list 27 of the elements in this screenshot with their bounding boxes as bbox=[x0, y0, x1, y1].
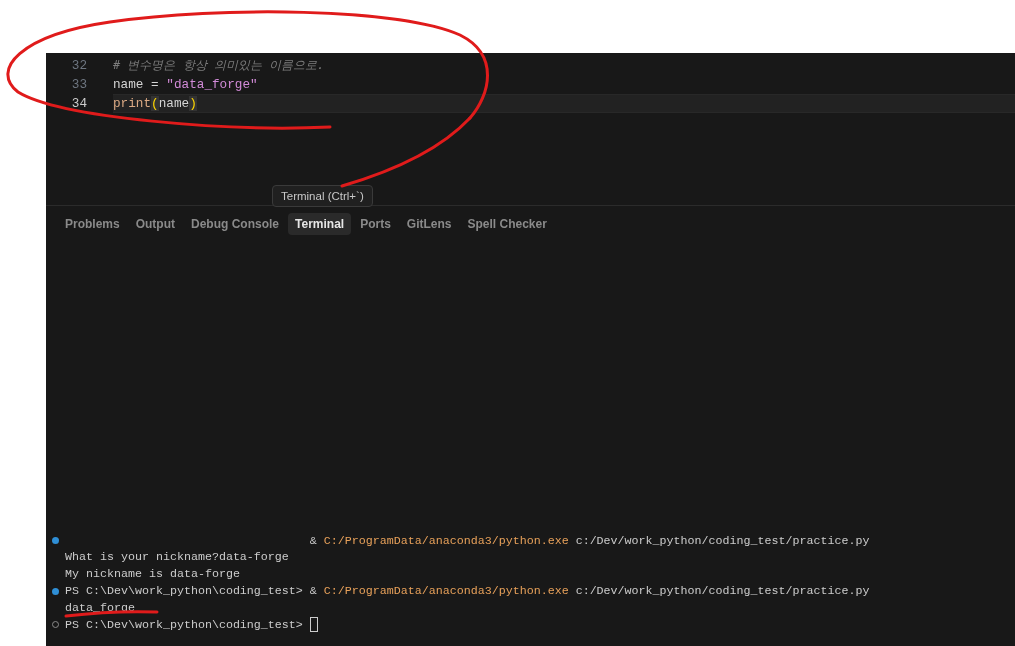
panel-tab[interactable]: Ports bbox=[353, 213, 398, 235]
line-number: 32 bbox=[70, 58, 87, 73]
code-token: ) bbox=[189, 96, 197, 111]
code-token: ( bbox=[151, 96, 159, 111]
terminal-line: PS C:\Dev\work_python\coding_test> bbox=[65, 617, 304, 632]
code-comment: # 변수명은 항상 의미있는 이름으로. bbox=[113, 57, 325, 74]
line-number: 33 bbox=[70, 77, 87, 92]
panel-tab[interactable]: Problems bbox=[58, 213, 127, 235]
code-token: name bbox=[113, 77, 144, 92]
code-token: print bbox=[113, 96, 152, 111]
panel-tab[interactable]: Output bbox=[128, 213, 182, 235]
terminal-line: What is your nickname?data-forge bbox=[65, 550, 289, 565]
terminal-line: data_forge bbox=[65, 600, 135, 615]
panel-tab[interactable]: Debug Console bbox=[184, 213, 287, 235]
command-status-icon bbox=[52, 537, 59, 545]
code-token: name bbox=[158, 96, 190, 111]
panel-tab[interactable]: Spell Checker bbox=[460, 213, 554, 235]
terminal-line: PS C:\Dev\work_python\coding_test> & C:/ProgramData/anaconda3/python.exe c:/Dev/work_python/coding_test/practice.py bbox=[65, 584, 870, 598]
tooltip: Terminal (Ctrl+`) bbox=[272, 185, 373, 207]
terminal-line: & C:/ProgramData/anaconda3/python.exe c:/Dev/work_python/coding_test/practice.py bbox=[308, 533, 870, 548]
panel-tab[interactable]: GitLens bbox=[399, 213, 459, 235]
code-token: = bbox=[150, 77, 160, 92]
code-token: "data_forge" bbox=[166, 77, 258, 92]
command-status-icon bbox=[52, 587, 59, 595]
terminal-line: My nickname is data-forge bbox=[65, 567, 240, 582]
line-number: 34 bbox=[70, 96, 87, 111]
panel-tab[interactable]: Terminal bbox=[288, 213, 352, 235]
